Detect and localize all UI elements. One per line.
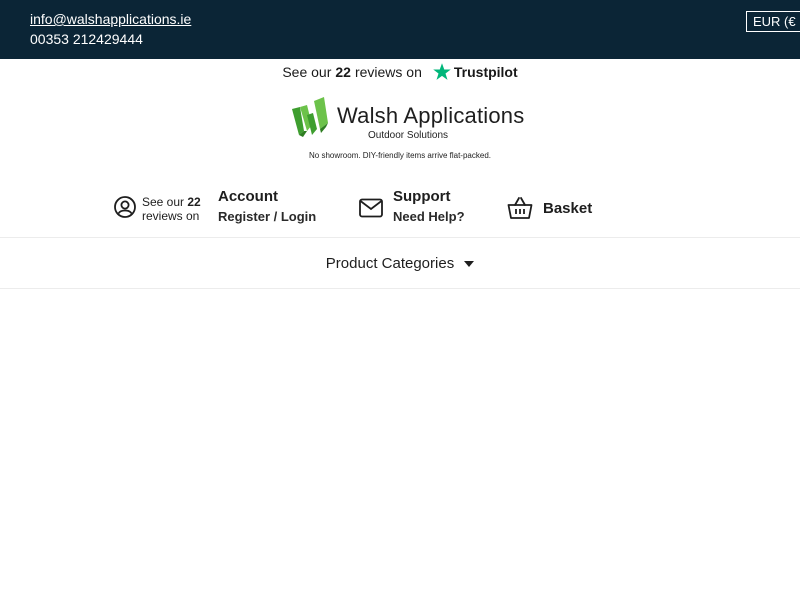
envelope-icon (359, 198, 383, 218)
site-logo[interactable]: Walsh Applications Outdoor Solutions (290, 95, 524, 147)
support-link[interactable]: Support Need Help? (358, 186, 478, 230)
currency-selector[interactable]: EUR (€ (746, 11, 800, 32)
mini-trustpilot-widget[interactable]: See our 22 reviews on (142, 195, 206, 221)
user-circle-icon (114, 196, 136, 218)
brand-name: Walsh Applications (337, 103, 525, 128)
top-bar: info@walshapplications.ie 00353 21242944… (0, 0, 800, 59)
phone-number[interactable]: 00353 212429444 (30, 31, 143, 47)
menu-divider (0, 288, 800, 289)
account-subtitle: Register / Login (218, 209, 317, 224)
mini-trust-count: 22 (187, 195, 201, 209)
walsh-w-logo-icon (292, 97, 328, 137)
trustpilot-suffix: reviews on (354, 64, 422, 80)
brand-tagline: Outdoor Solutions (368, 130, 449, 141)
support-title: Support (393, 188, 451, 205)
support-subtitle: Need Help? (393, 209, 465, 224)
flat-pack-notice: No showroom. DIY-friendly items arrive f… (309, 151, 491, 160)
basket-title: Basket (543, 200, 593, 217)
product-categories-label: Product Categories (325, 254, 455, 272)
caret-down-icon (464, 261, 475, 267)
product-categories-menu[interactable]: Product Categories (0, 238, 800, 288)
trustpilot-star-icon (433, 63, 451, 80)
trustpilot-prefix: See our (282, 64, 332, 80)
trustpilot-brand: Trustpilot (453, 64, 518, 80)
email-link[interactable]: info@walshapplications.ie (30, 11, 191, 27)
mini-trust-prefix: See our (142, 195, 185, 209)
trustpilot-banner[interactable]: See our 22 reviews on Trustpilot (0, 59, 800, 85)
basket-link[interactable]: Basket (507, 194, 607, 224)
trustpilot-logo: Trustpilot (432, 62, 518, 82)
trustpilot-review-count: 22 (335, 64, 351, 80)
mini-trust-suffix: reviews on (142, 209, 200, 221)
account-title: Account (218, 188, 278, 205)
basket-icon (507, 197, 533, 219)
